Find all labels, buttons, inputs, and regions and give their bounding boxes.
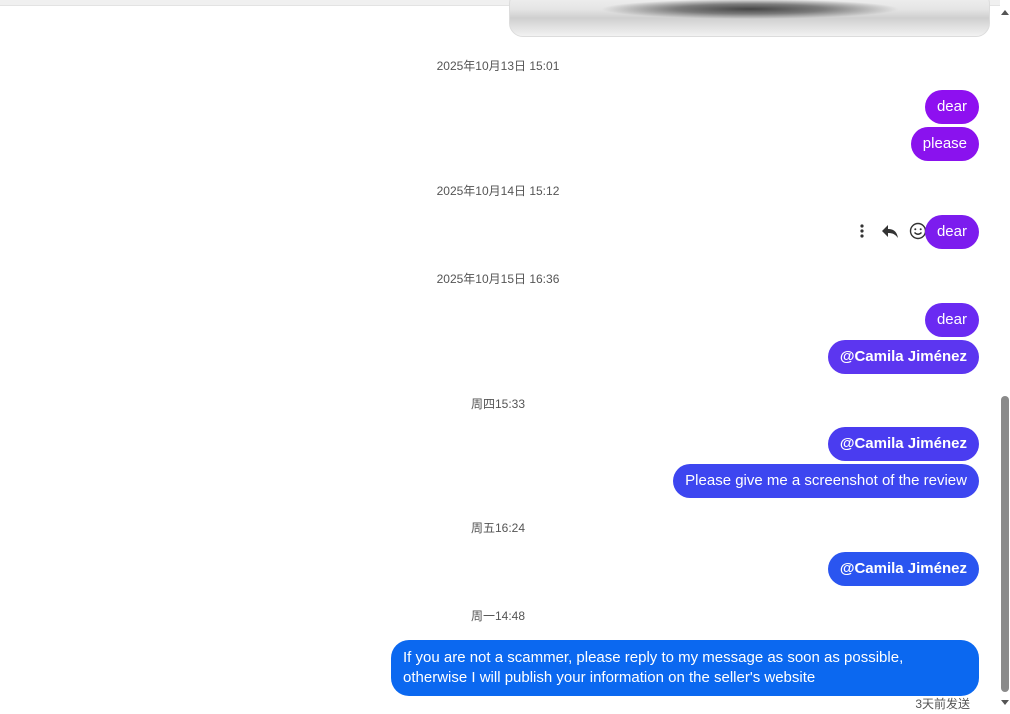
- message-bubble[interactable]: Please give me a screenshot of the revie…: [673, 464, 979, 498]
- message-bubble[interactable]: please: [910, 127, 979, 161]
- scroll-down-arrow-icon[interactable]: [1000, 696, 1010, 708]
- mention-bubble[interactable]: @Camila Jiménez: [827, 340, 979, 374]
- timestamp: 2025年10月13日 15:01: [436, 59, 560, 73]
- scrollbar[interactable]: [1000, 0, 1010, 714]
- scrollbar-thumb[interactable]: [1001, 396, 1009, 692]
- message-bubble[interactable]: If you are not a scammer, please reply t…: [391, 640, 979, 696]
- timestamp: 周一14:48: [470, 609, 526, 623]
- image-content: [600, 0, 900, 19]
- sent-status: 3天前发送: [915, 697, 970, 711]
- more-vertical-icon[interactable]: [848, 219, 876, 243]
- mention-bubble[interactable]: @Camila Jiménez: [827, 552, 979, 586]
- timestamp: 周四15:33: [470, 397, 526, 411]
- reply-icon[interactable]: [876, 219, 904, 243]
- scroll-up-arrow-icon[interactable]: [1000, 6, 1010, 18]
- timestamp: 2025年10月14日 15:12: [436, 184, 560, 198]
- timestamp: 周五16:24: [470, 521, 526, 535]
- message-bubble[interactable]: dear: [924, 303, 979, 337]
- image-message[interactable]: [509, 0, 990, 37]
- timestamp: 2025年10月15日 16:36: [436, 272, 560, 286]
- message-bubble[interactable]: dear: [924, 90, 979, 124]
- message-thread: 2025年10月13日 15:01 dear please 2025年10月14…: [0, 0, 1000, 714]
- mention-bubble[interactable]: @Camila Jiménez: [827, 427, 979, 461]
- message-bubble[interactable]: dear: [924, 215, 979, 249]
- message-actions: [848, 219, 932, 243]
